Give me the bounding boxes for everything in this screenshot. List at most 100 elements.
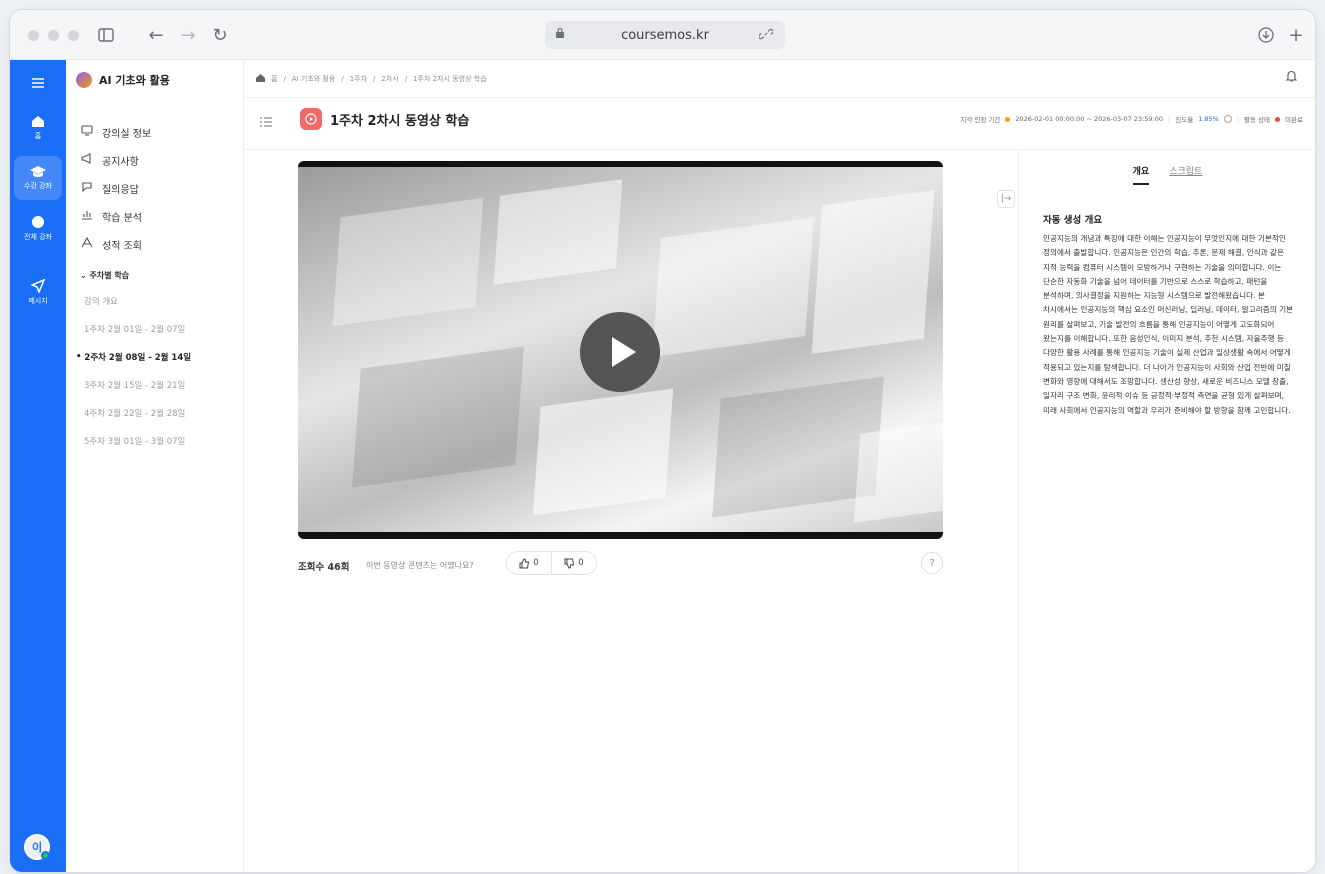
- breadcrumb-item[interactable]: 1주차: [350, 74, 367, 84]
- weekly-learning-header[interactable]: ⌄ 주차별 학습: [80, 270, 129, 281]
- breadcrumb-item[interactable]: 2차시: [381, 74, 398, 84]
- new-tab-icon[interactable]: +: [1284, 23, 1308, 47]
- sidebar-item-grades[interactable]: 성적 조회: [80, 230, 240, 258]
- bullet-icon: •: [76, 352, 85, 362]
- avatar[interactable]: 이: [24, 834, 50, 860]
- like-button[interactable]: 0: [506, 551, 552, 575]
- weekly-header-label: 주차별 학습: [89, 271, 130, 280]
- weekly-list: 강의 개요 1주차 2월 01일 - 2월 07일 • 2주차 2월 08일 -…: [76, 287, 191, 455]
- video-play-icon: [300, 108, 322, 130]
- breadcrumb: 홈 / AI 기초와 활용/ 1주차/ 2차시/ 1주차 2차시 동영상 학습: [256, 74, 487, 84]
- app-rail: 홈 수강 강좌 전체 강좌 메시지 이: [10, 60, 66, 872]
- week-label: 2주차 2월 08일 - 2월 14일: [84, 353, 192, 363]
- download-icon[interactable]: [1254, 23, 1278, 47]
- url-text: coursemos.kr: [621, 27, 709, 43]
- info-icon[interactable]: [1223, 115, 1232, 123]
- breadcrumb-item[interactable]: AI 기초와 활용: [292, 74, 336, 84]
- bell-icon[interactable]: [1285, 70, 1298, 86]
- globe-icon: [32, 215, 44, 228]
- rail-item-messages[interactable]: 메시지: [14, 270, 62, 314]
- address-bar[interactable]: coursemos.kr: [545, 21, 785, 49]
- tab-overview[interactable]: 개요: [1132, 164, 1150, 185]
- summary-text: 인공지능의 개념과 특징에 대한 이해는 인공지능이 무엇인지에 대한 기본적인…: [1043, 234, 1294, 415]
- progress-value: 1.85%: [1198, 115, 1219, 123]
- sidebar-item-label: 강의실 정보: [102, 128, 152, 140]
- graduation-cap-icon: [30, 166, 46, 177]
- rail-item-my-courses[interactable]: 수강 강좌: [14, 156, 62, 200]
- rail-item-label: 전체 강좌: [24, 232, 52, 241]
- late-indicator-dot: [1005, 116, 1011, 122]
- week-item-overview[interactable]: 강의 개요: [84, 287, 191, 315]
- week-label: 4주차 2월 22일 - 2월 28일: [84, 409, 186, 419]
- chat-icon: [80, 181, 94, 195]
- course-logo-icon: [76, 72, 92, 88]
- course-menu: 강의실 정보 공지사항 질의응답 학습 분석 성적 조회: [80, 118, 240, 258]
- course-sidebar: AI 기초와 활용 강의실 정보 공지사항 질의응답 학습 분석 성적 조회 ⌄…: [66, 60, 244, 872]
- rail-item-all-courses[interactable]: 전체 강좌: [14, 206, 62, 250]
- menu-icon[interactable]: [14, 68, 62, 98]
- sidebar-item-label: 성적 조회: [102, 240, 142, 252]
- sidebar-item-course-info[interactable]: 강의실 정보: [80, 118, 240, 146]
- feedback-question: 이번 동영상 콘텐츠는 어땠나요?: [366, 561, 474, 570]
- progress-label: 진도율: [1175, 116, 1194, 124]
- week-label: 강의 개요: [84, 297, 118, 307]
- sidebar-item-notice[interactable]: 공지사항: [80, 146, 240, 174]
- dislike-count: 0: [578, 558, 584, 568]
- rail-item-label: 메시지: [28, 296, 48, 305]
- course-title: AI 기초와 활용: [99, 74, 170, 87]
- week-label: 1주차 2월 01일 - 2월 07일: [84, 325, 186, 335]
- sidebar-item-label: 학습 분석: [102, 212, 142, 224]
- like-count: 0: [533, 558, 539, 568]
- chevron-down-icon: ⌄: [80, 271, 90, 280]
- panel-tabs: 개요 스크립트: [1019, 164, 1315, 185]
- back-arrow-icon[interactable]: ←: [144, 23, 168, 47]
- play-button[interactable]: [580, 312, 660, 392]
- week-label: 3주차 2월 15일 - 2월 21일: [84, 381, 186, 391]
- forward-arrow-icon[interactable]: →: [176, 23, 200, 47]
- week-item-3[interactable]: 3주차 2월 15일 - 2월 21일: [84, 371, 191, 399]
- status-badge: 미완료: [1285, 116, 1303, 124]
- rail-item-label: 홈: [34, 132, 42, 140]
- status-label: 활동 상태: [1244, 116, 1271, 124]
- summary-title: 자동 생성 개요: [1043, 215, 1103, 226]
- collapse-panel-icon[interactable]: |→: [997, 190, 1015, 208]
- page-title: 1주차 2차시 동영상 학습: [330, 114, 470, 129]
- view-count: 조회수 46회: [298, 562, 350, 573]
- activity-meta: 지각 인정 기간 2026-02-01 00:00:00 ~ 2026-03-0…: [960, 115, 1303, 124]
- megaphone-icon: [80, 153, 94, 167]
- thumbs-up-icon: [519, 557, 530, 568]
- dislike-button[interactable]: 0: [551, 551, 597, 575]
- summary-panel: |→ 개요 스크립트 자동 생성 개요 인공지능의 개념과 특징에 대한 이해는…: [997, 150, 1315, 872]
- sidebar-item-analytics[interactable]: 학습 분석: [80, 202, 240, 230]
- period-label: 지각 인정 기간: [960, 116, 1001, 124]
- video-player[interactable]: [298, 161, 943, 539]
- sidebar-toggle-icon[interactable]: [94, 23, 118, 47]
- online-status-dot: [41, 851, 50, 860]
- week-item-5[interactable]: 5주차 3월 01일 - 3월 07일: [84, 427, 191, 455]
- period-value: 2026-02-01 00:00:00 ~ 2026-03-07 23:59:0…: [1015, 115, 1164, 123]
- browser-window: ← → ↻ coursemos.kr + 홈 수강 강좌 전체 강좌 메시지 이…: [10, 10, 1315, 872]
- window-controls[interactable]: [28, 30, 79, 41]
- week-item-1[interactable]: 1주차 2월 01일 - 2월 07일: [84, 315, 191, 343]
- browser-toolbar: ← → ↻ coursemos.kr +: [10, 10, 1315, 60]
- lock-icon: [555, 27, 565, 43]
- rail-item-home[interactable]: 홈: [14, 106, 62, 150]
- sidebar-item-label: 질의응답: [102, 184, 139, 196]
- link-icon[interactable]: [758, 27, 774, 45]
- rail-item-label: 수강 강좌: [24, 182, 52, 190]
- sidebar-item-qna[interactable]: 질의응답: [80, 174, 240, 202]
- week-item-2[interactable]: • 2주차 2월 08일 - 2월 14일: [76, 343, 191, 371]
- sidebar-item-label: 공지사항: [102, 156, 139, 168]
- content-header: 1주차 2차시 동영상 학습 지각 인정 기간 2026-02-01 00:00…: [244, 98, 1315, 150]
- home-icon[interactable]: [256, 74, 265, 84]
- list-icon[interactable]: [260, 116, 272, 131]
- status-dot: [1275, 116, 1281, 122]
- week-item-4[interactable]: 4주차 2월 22일 - 2월 28일: [84, 399, 191, 427]
- breadcrumb-item[interactable]: 홈: [271, 74, 277, 84]
- tab-script[interactable]: 스크립트: [1169, 164, 1202, 185]
- top-bar: 홈 / AI 기초와 활용/ 1주차/ 2차시/ 1주차 2차시 동영상 학습: [244, 60, 1315, 98]
- thumbs-down-icon: [564, 558, 575, 569]
- help-icon[interactable]: ?: [921, 552, 943, 574]
- reload-icon[interactable]: ↻: [208, 23, 232, 47]
- course-header[interactable]: AI 기초와 활용: [76, 72, 170, 88]
